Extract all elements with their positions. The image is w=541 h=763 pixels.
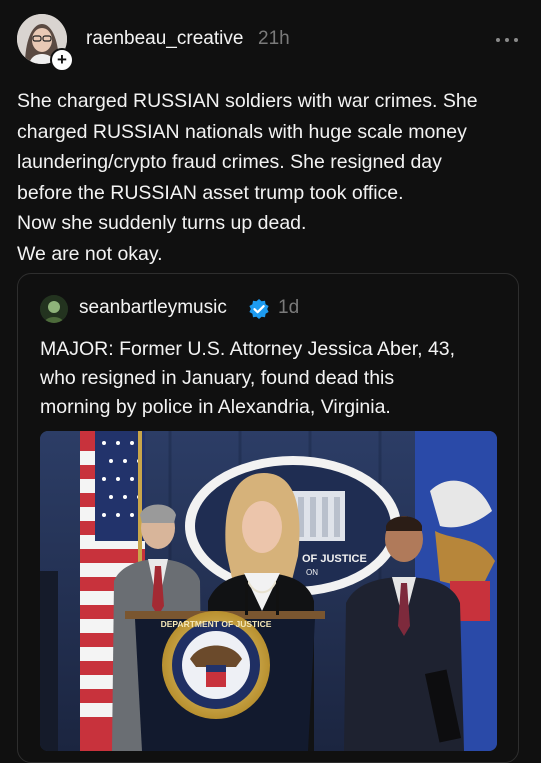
quoted-post-card[interactable]: seanbartleymusic 1d MAJOR: Former U.S. A… <box>17 273 519 763</box>
post-text-line: We are not okay. <box>17 242 163 265</box>
verified-badge-icon <box>248 298 270 320</box>
quoted-text-line: morning by police in Alexandria, Virgini… <box>40 396 391 418</box>
follow-button[interactable]: + <box>50 48 74 72</box>
post-text-line: laundering/crypto fraud crimes. She resi… <box>17 151 442 174</box>
backdrop-text: OF JUSTICE <box>302 553 367 565</box>
post-text-line: charged RUSSIAN nationals with huge scal… <box>17 120 467 143</box>
quoted-avatar[interactable] <box>40 295 68 323</box>
quoted-text-line: who resigned in January, found dead this <box>40 367 395 389</box>
post-header: + raenbeau_creative 21h <box>0 0 541 80</box>
quoted-username[interactable]: seanbartleymusic <box>79 297 227 319</box>
more-options-icon[interactable] <box>492 26 522 46</box>
post-text-line: before the RUSSIAN asset trump took offi… <box>17 181 404 204</box>
post-text-line: Now she suddenly turns up dead. <box>17 212 307 235</box>
post-body: She charged RUSSIAN soldiers with war cr… <box>17 86 527 270</box>
press-conference-photo[interactable]: OF JUSTICE ON DEPARTMENT OF JUSTICE <box>40 431 497 751</box>
quoted-timestamp: 1d <box>278 297 300 318</box>
post-timestamp: 21h <box>258 28 290 49</box>
quoted-text-line: MAJOR: Former U.S. Attorney Jessica Aber… <box>40 338 456 360</box>
backdrop-text-2: ON <box>306 568 318 577</box>
post-username[interactable]: raenbeau_creative <box>86 28 243 50</box>
post-text-line: She charged RUSSIAN soldiers with war cr… <box>17 90 478 112</box>
quoted-post-body: MAJOR: Former U.S. Attorney Jessica Aber… <box>40 335 510 422</box>
podium-seal-text: DEPARTMENT OF JUSTICE <box>161 619 272 629</box>
